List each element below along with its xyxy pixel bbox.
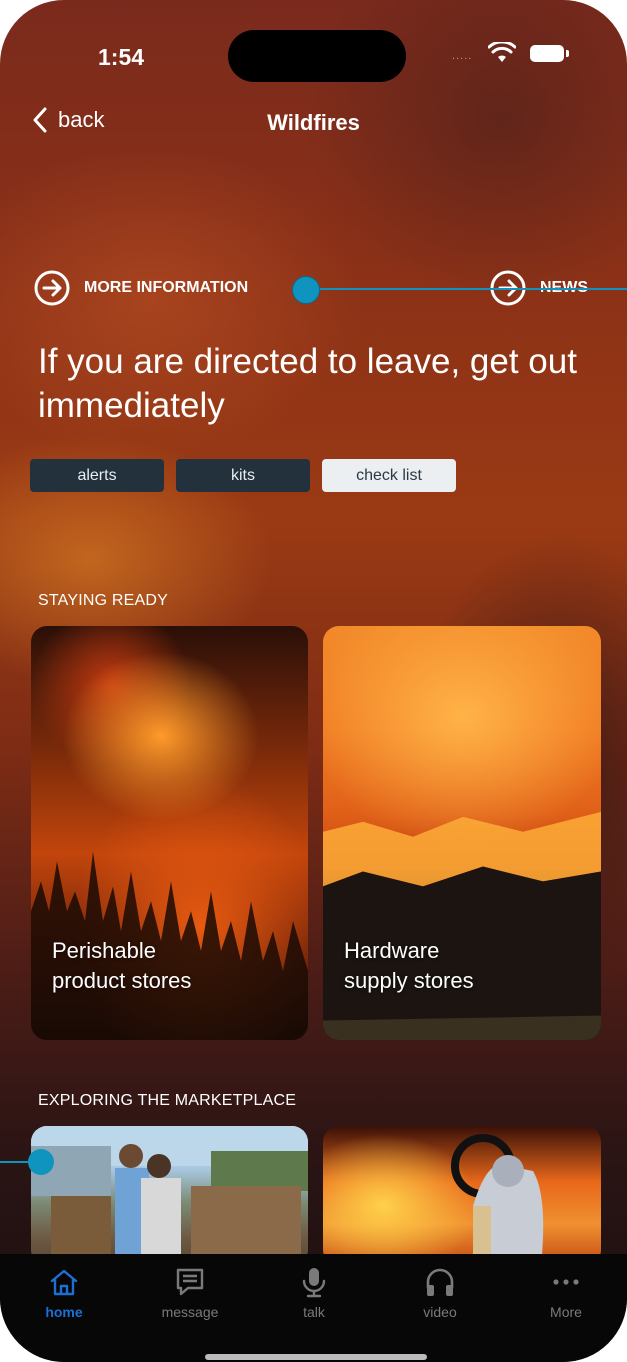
family-image — [31, 1126, 308, 1266]
signal-dots: ..... — [452, 50, 473, 62]
hillside-fire-image — [323, 811, 601, 1040]
card-hardware-stores[interactable]: Hardware supply stores — [323, 626, 601, 1040]
arrow-circle-icon — [34, 270, 70, 306]
firefighter-image — [451, 1134, 544, 1266]
home-icon — [50, 1269, 78, 1296]
filter-chips: alerts kits check list — [30, 459, 456, 492]
battery-icon — [530, 45, 569, 62]
tab-more[interactable]: More — [516, 1266, 616, 1320]
message-icon — [176, 1268, 204, 1296]
card-label: Perishable product stores — [52, 938, 192, 993]
wifi-icon — [488, 42, 516, 62]
card-label: Hardware supply stores — [344, 938, 474, 993]
section-title-staying-ready: STAYING READY — [38, 592, 169, 609]
status-time: 1:54 — [98, 44, 145, 70]
dynamic-island — [228, 30, 406, 82]
tab-talk[interactable]: talk — [264, 1266, 364, 1320]
tab-bar: home message talk video More — [0, 1254, 627, 1362]
chip-kits[interactable]: kits — [176, 459, 310, 492]
annotation-hotspot — [292, 276, 320, 304]
home-indicator — [205, 1354, 427, 1360]
nav-bar: back Wildfires — [0, 98, 627, 144]
status-bar: 1:54 ..... — [0, 0, 627, 82]
microphone-icon — [302, 1268, 326, 1298]
headphones-icon — [426, 1268, 454, 1296]
chip-alerts[interactable]: alerts — [30, 459, 164, 492]
headline: If you are directed to leave, get out im… — [38, 342, 577, 425]
more-dots-icon — [553, 1279, 579, 1285]
tab-video[interactable]: video — [390, 1266, 490, 1320]
tab-message[interactable]: message — [140, 1266, 240, 1320]
annotation-line — [318, 288, 627, 290]
page-title: Wildfires — [267, 110, 360, 135]
phone-screen: 1:54 ..... back Wildfires MORE INFORMATI… — [0, 0, 627, 1362]
card-firefighter-photo[interactable] — [323, 1126, 601, 1266]
annotation-line — [0, 1161, 30, 1163]
tab-home[interactable]: home — [14, 1266, 114, 1320]
chip-check-list[interactable]: check list — [322, 459, 456, 492]
annotation-hotspot — [28, 1149, 54, 1175]
section-title-marketplace: EXPLORING THE MARKETPLACE — [38, 1092, 297, 1109]
card-family-photo[interactable] — [31, 1126, 308, 1266]
forest-fire-image — [31, 851, 308, 1040]
card-perishable-stores[interactable]: Perishable product stores — [31, 626, 308, 1040]
more-information-link[interactable]: MORE INFORMATION — [34, 270, 248, 306]
more-information-label: MORE INFORMATION — [84, 279, 249, 296]
